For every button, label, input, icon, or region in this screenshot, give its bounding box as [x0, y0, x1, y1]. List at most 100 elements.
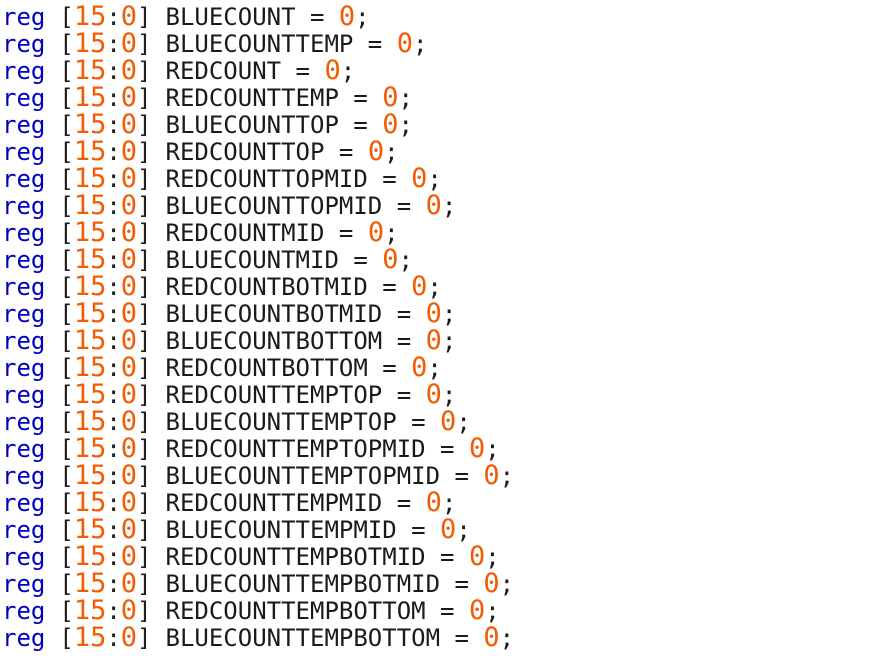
- width-low: 0: [120, 163, 138, 194]
- colon: :: [106, 597, 121, 625]
- close-bracket: ]: [137, 462, 152, 490]
- reg-keyword: reg: [2, 570, 46, 598]
- code-line[interactable]: reg [15:0] REDCOUNTTOPMID = 0;: [2, 163, 875, 194]
- semicolon: ;: [456, 408, 471, 436]
- width-low: 0: [120, 244, 138, 275]
- init-value: 0: [411, 271, 428, 302]
- code-line[interactable]: reg [15:0] BLUECOUNTTEMP = 0;: [2, 28, 875, 59]
- register-name: REDCOUNTTEMPTOP: [165, 381, 383, 409]
- init-value: 0: [425, 190, 442, 221]
- equals: =: [382, 381, 426, 409]
- width-high: 15: [73, 622, 107, 653]
- width-high: 15: [73, 325, 107, 356]
- close-bracket: ]: [137, 219, 152, 247]
- semicolon: ;: [485, 597, 500, 625]
- init-value: 0: [440, 514, 457, 545]
- register-name: REDCOUNTTEMP: [165, 84, 339, 112]
- code-editor[interactable]: reg [15:0] BLUECOUNT = 0; reg [15:0] BLUE…: [0, 0, 875, 660]
- code-line[interactable]: reg [15:0] REDCOUNTTEMPBOTTOM = 0;: [2, 595, 875, 626]
- semicolon: ;: [427, 165, 442, 193]
- code-line[interactable]: reg [15:0] REDCOUNTTEMP = 0;: [2, 82, 875, 113]
- init-value: 0: [411, 163, 428, 194]
- init-value: 0: [338, 1, 356, 32]
- semicolon: ;: [355, 3, 370, 31]
- init-value: 0: [468, 595, 486, 626]
- reg-keyword: reg: [2, 516, 46, 544]
- width-low: 0: [120, 433, 138, 464]
- open-bracket: [: [59, 435, 74, 463]
- code-line[interactable]: reg [15:0] BLUECOUNTTEMPMID = 0;: [2, 514, 875, 545]
- code-line[interactable]: reg [15:0] BLUECOUNTBOTMID = 0;: [2, 300, 875, 328]
- open-bracket: [: [59, 597, 74, 625]
- code-line[interactable]: reg [15:0] BLUECOUNTBOTTOM = 0;: [2, 325, 875, 356]
- close-bracket: ]: [137, 30, 152, 58]
- equals: =: [382, 300, 426, 328]
- code-line[interactable]: reg [15:0] BLUECOUNTTOPMID = 0;: [2, 190, 875, 221]
- register-name: REDCOUNTTOPMID: [165, 165, 368, 193]
- code-line[interactable]: reg [15:0] BLUECOUNTTEMPTOP = 0;: [2, 406, 875, 437]
- colon: :: [106, 246, 121, 274]
- register-name: BLUECOUNTTEMP: [165, 30, 354, 58]
- code-line[interactable]: reg [15:0] REDCOUNTBOTTOM = 0;: [2, 354, 875, 382]
- width-high: 15: [73, 514, 107, 545]
- colon: :: [106, 435, 121, 463]
- reg-keyword: reg: [2, 624, 46, 652]
- open-bracket: [: [59, 327, 74, 355]
- register-name: REDCOUNTTEMPBOTTOM: [165, 597, 426, 625]
- colon: :: [106, 327, 121, 355]
- init-value: 0: [483, 460, 500, 491]
- code-line[interactable]: reg [15:0] REDCOUNTTEMPBOTMID = 0;: [2, 543, 875, 571]
- code-line[interactable]: reg [15:0] REDCOUNTMID = 0;: [2, 219, 875, 247]
- code-line[interactable]: reg [15:0] BLUECOUNTTEMPTOPMID = 0;: [2, 460, 875, 491]
- width-high: 15: [73, 406, 107, 437]
- code-line[interactable]: reg [15:0] BLUECOUNTTEMPBOTMID = 0;: [2, 570, 875, 598]
- open-bracket: [: [59, 57, 74, 85]
- open-bracket: [: [59, 489, 74, 517]
- colon: :: [106, 300, 121, 328]
- open-bracket: [: [59, 165, 74, 193]
- init-value: 0: [382, 244, 399, 275]
- init-value: 0: [324, 55, 341, 86]
- code-line[interactable]: reg [15:0] REDCOUNTTEMPTOPMID = 0;: [2, 433, 875, 464]
- colon: :: [106, 138, 121, 166]
- equals: =: [425, 543, 469, 571]
- close-bracket: ]: [137, 84, 152, 112]
- close-bracket: ]: [137, 3, 152, 31]
- close-bracket: ]: [137, 516, 152, 544]
- close-bracket: ]: [137, 381, 152, 409]
- equals: =: [440, 624, 484, 652]
- width-high: 15: [73, 1, 107, 32]
- width-low: 0: [120, 460, 138, 491]
- code-line[interactable]: reg [15:0] BLUECOUNTMID = 0;: [2, 244, 875, 275]
- equals: =: [382, 192, 426, 220]
- code-line[interactable]: reg [15:0] REDCOUNTTOP = 0;: [2, 136, 875, 167]
- init-value: 0: [382, 82, 399, 113]
- semicolon: ;: [485, 543, 500, 571]
- code-line[interactable]: reg [15:0] BLUECOUNTTOP = 0;: [2, 111, 875, 139]
- register-name: BLUECOUNT: [165, 3, 296, 31]
- init-value: 0: [468, 433, 486, 464]
- colon: :: [106, 165, 121, 193]
- code-line[interactable]: reg [15:0] BLUECOUNT = 0;: [2, 1, 875, 32]
- code-line[interactable]: reg [15:0] BLUECOUNTTEMPBOTTOM = 0;: [2, 622, 875, 653]
- width-low: 0: [120, 28, 138, 59]
- equals: =: [324, 138, 368, 166]
- width-low: 0: [120, 55, 138, 86]
- semicolon: ;: [412, 30, 428, 58]
- code-line[interactable]: reg [15:0] REDCOUNTTEMPMID = 0;: [2, 489, 875, 517]
- code-line[interactable]: reg [15:0] REDCOUNT = 0;: [2, 55, 875, 86]
- code-line[interactable]: reg [15:0] REDCOUNTTEMPTOP = 0;: [2, 381, 875, 409]
- code-line[interactable]: reg [15:0] REDCOUNTBOTMID = 0;: [2, 271, 875, 302]
- init-value: 0: [367, 136, 385, 167]
